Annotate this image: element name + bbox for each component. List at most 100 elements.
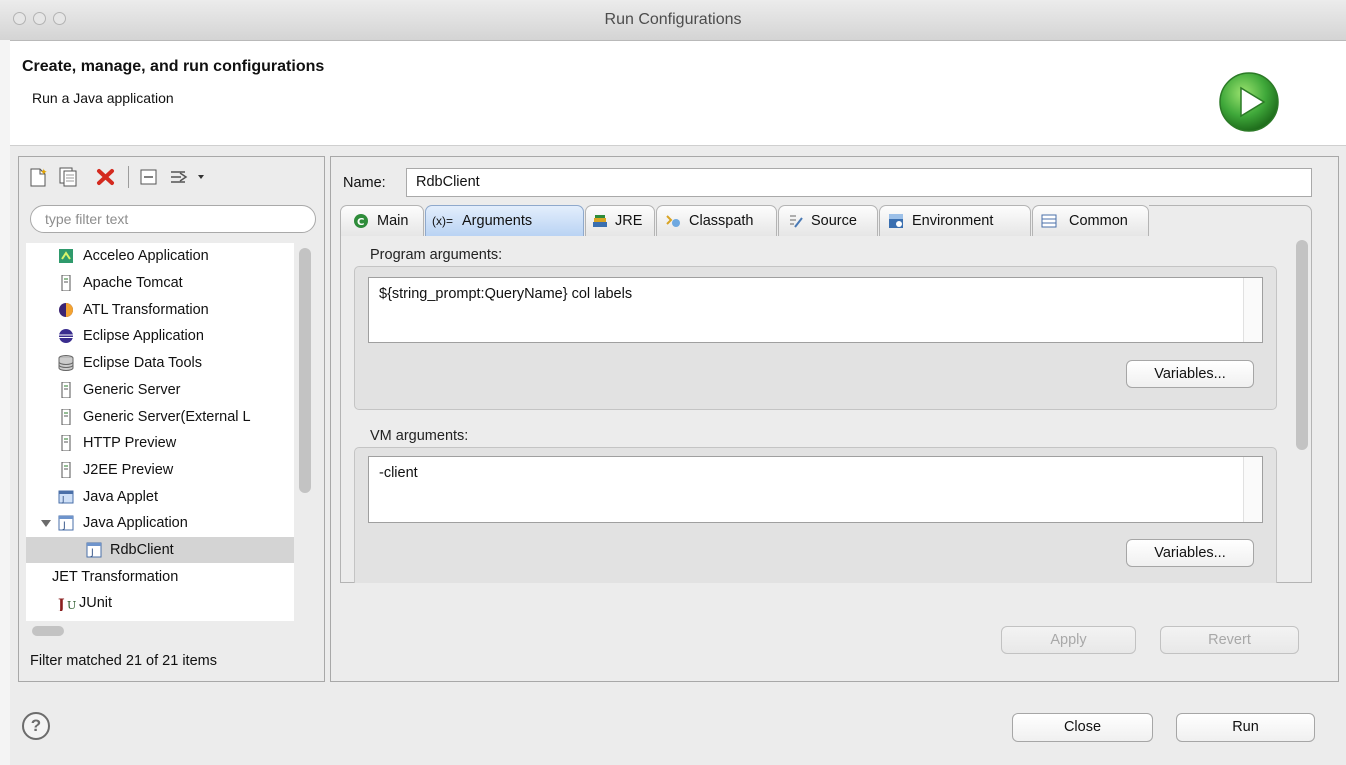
tab-strip-filler — [1149, 205, 1312, 237]
tree-item-label: RdbClient — [110, 542, 174, 558]
dialog-subtitle: Run a Java application — [32, 90, 174, 106]
tree-item-acceleo[interactable]: Acceleo Application — [26, 243, 294, 269]
tree-item-label: HTTP Preview — [83, 435, 177, 451]
svg-text:U: U — [67, 599, 76, 611]
tree-item-label: Generic Server(External L — [83, 409, 251, 425]
help-button[interactable]: ? — [22, 712, 50, 740]
filter-input[interactable]: type filter text — [30, 205, 316, 233]
eclipse-icon — [59, 329, 73, 343]
tab-label: Environment — [912, 213, 994, 229]
tree-item-jet[interactable]: JET Transformation — [26, 564, 294, 590]
vm-arguments-scrollbar[interactable] — [1243, 457, 1262, 522]
name-input[interactable]: RdbClient — [406, 168, 1312, 197]
tab-label: Main — [377, 213, 409, 229]
tree-item-j2ee-preview[interactable]: J2EE Preview — [26, 457, 294, 483]
tree-horizontal-scrollbar[interactable] — [32, 626, 64, 636]
vm-arguments-label: VM arguments: — [370, 428, 469, 444]
java-app-icon: J — [86, 542, 102, 558]
svg-text:C: C — [357, 217, 364, 228]
tree-item-label: Apache Tomcat — [83, 275, 183, 291]
vm-arguments-field[interactable]: -client — [368, 456, 1263, 523]
tree-item-label: JUnit — [79, 595, 113, 611]
run-button[interactable]: Run — [1176, 713, 1315, 742]
tree-item-junit[interactable]: JU JUnit — [26, 590, 294, 616]
program-arguments-value: ${string_prompt:QueryName} col labels — [379, 286, 633, 302]
close-button[interactable]: Close — [1012, 713, 1153, 742]
tree-item-java-applet[interactable]: J Java Applet — [26, 484, 294, 510]
server-icon — [61, 275, 71, 291]
database-icon — [58, 355, 74, 371]
tree-item-atl[interactable]: ATL Transformation — [26, 297, 294, 323]
revert-button[interactable]: Revert — [1160, 626, 1299, 654]
tree-item-eclipse-app[interactable]: Eclipse Application — [26, 323, 294, 349]
delete-icon[interactable] — [95, 166, 117, 188]
tab-classpath[interactable]: Classpath — [656, 205, 777, 237]
program-variables-button[interactable]: Variables... — [1126, 360, 1254, 388]
filter-status-text: Filter matched 21 of 21 items — [30, 653, 217, 669]
window-title: Run Configurations — [604, 11, 742, 28]
tree-item-label: J2EE Preview — [83, 462, 174, 478]
vm-variables-button[interactable]: Variables... — [1126, 539, 1254, 567]
tab-arguments[interactable]: (x)= Arguments — [425, 205, 584, 237]
tree-item-label: Java Application — [83, 515, 188, 531]
program-arguments-scrollbar[interactable] — [1243, 278, 1262, 342]
svg-text:J: J — [62, 521, 66, 531]
tree-item-http-preview[interactable]: HTTP Preview — [26, 430, 294, 456]
arguments-icon: (x)= — [432, 214, 453, 228]
new-config-icon[interactable]: ✦ — [28, 166, 48, 188]
tab-environment[interactable]: Environment — [879, 205, 1031, 237]
config-tree[interactable]: Acceleo Application Apache Tomcat ATL Tr… — [26, 243, 294, 621]
expand-arrow-icon[interactable] — [40, 515, 52, 531]
jre-icon — [593, 215, 607, 227]
server-icon — [61, 435, 71, 451]
tree-item-label: Generic Server — [83, 382, 181, 398]
tree-item-generic-server-external[interactable]: Generic Server(External L — [26, 404, 294, 430]
main-icon: C — [354, 214, 368, 228]
classpath-icon — [666, 215, 680, 227]
name-label: Name: — [343, 175, 386, 191]
dialog-title: Create, manage, and run configurations — [22, 58, 325, 75]
apply-button[interactable]: Apply — [1001, 626, 1136, 654]
common-icon — [1041, 214, 1057, 228]
filter-icon[interactable] — [168, 166, 208, 188]
acceleo-icon — [59, 249, 73, 263]
dialog-header — [10, 41, 1346, 146]
tree-item-data-tools[interactable]: Eclipse Data Tools — [26, 350, 294, 376]
tab-label: Classpath — [689, 213, 754, 229]
duplicate-icon[interactable] — [57, 166, 79, 188]
tab-source[interactable]: Source — [778, 205, 878, 237]
tab-jre[interactable]: JRE — [585, 205, 655, 237]
content-vertical-scrollbar[interactable] — [1296, 240, 1308, 450]
atl-icon — [59, 303, 73, 317]
java-app-icon: J — [58, 515, 74, 531]
run-icon — [1219, 72, 1279, 132]
tab-label: Common — [1069, 213, 1128, 229]
tree-item-generic-server[interactable]: Generic Server — [26, 377, 294, 403]
svg-text:✦: ✦ — [40, 168, 48, 178]
tab-label: JRE — [615, 213, 643, 229]
background-window-edge — [0, 40, 10, 765]
source-icon — [790, 215, 803, 228]
tab-main[interactable]: C Main — [340, 205, 424, 237]
collapse-all-icon[interactable] — [139, 166, 159, 188]
svg-text:J: J — [90, 548, 94, 558]
tree-item-apache-tomcat[interactable]: Apache Tomcat — [26, 270, 294, 296]
server-icon — [61, 462, 71, 478]
tree-item-label: Java Applet — [83, 489, 158, 505]
svg-text:J: J — [61, 495, 64, 504]
tab-label: Source — [811, 213, 857, 229]
svg-text:J: J — [58, 597, 65, 611]
tree-item-rdbclient[interactable]: J RdbClient — [26, 537, 294, 563]
tree-item-label: Eclipse Application — [83, 328, 204, 344]
tree-item-label: JET Transformation — [52, 569, 179, 585]
tree-item-label: Eclipse Data Tools — [83, 355, 203, 371]
program-arguments-label: Program arguments: — [370, 247, 503, 263]
applet-icon: J — [58, 490, 74, 504]
program-arguments-field[interactable]: ${string_prompt:QueryName} col labels — [368, 277, 1263, 343]
environment-icon — [889, 214, 903, 228]
tab-common[interactable]: Common — [1032, 205, 1149, 237]
tree-item-label: ATL Transformation — [83, 302, 209, 318]
tree-item-java-application[interactable]: J Java Application — [26, 510, 294, 536]
tree-vertical-scrollbar[interactable] — [299, 248, 311, 493]
vm-arguments-value: -client — [379, 465, 418, 481]
